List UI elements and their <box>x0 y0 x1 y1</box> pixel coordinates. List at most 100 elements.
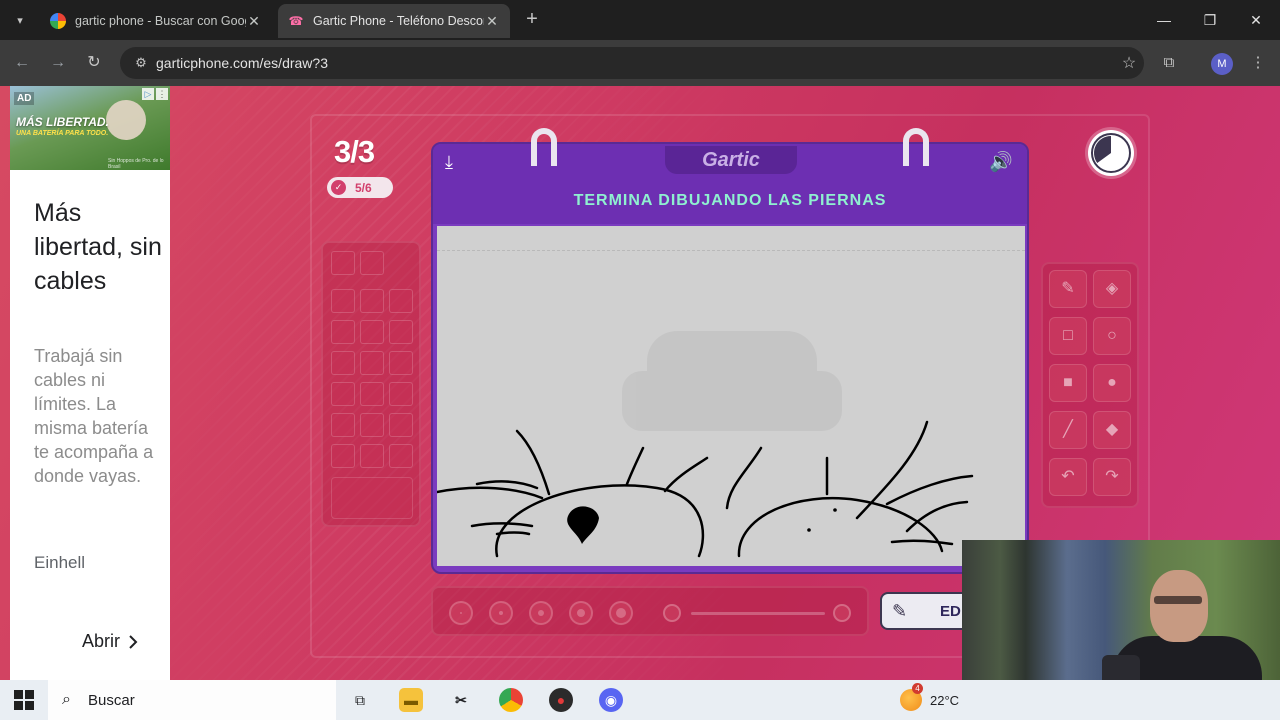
close-window-button[interactable]: ✕ <box>1233 6 1279 34</box>
search-icon: ⌕ <box>62 691 71 708</box>
ad-open-button[interactable]: Abrir <box>82 631 138 652</box>
weather-widget[interactable]: 4 22°C <box>900 683 959 711</box>
color-swatch[interactable] <box>360 382 384 406</box>
drawing-canvas[interactable] <box>437 226 1025 566</box>
profile-avatar[interactable]: M <box>1211 53 1233 75</box>
tab-search-button[interactable]: ▾ <box>8 8 32 32</box>
ad-banner-footer: Sin Hoppos de Pro. de lo Brasil <box>108 158 164 170</box>
players-done-badge: ✓ 5/6 <box>327 177 393 198</box>
circle-outline-icon[interactable]: ○ <box>1093 317 1131 355</box>
brush-size-3[interactable] <box>529 601 553 625</box>
reload-icon[interactable]: ↻ <box>82 51 106 75</box>
site-info-icon[interactable]: ⚙ <box>126 55 156 71</box>
color-swatch[interactable] <box>389 351 413 375</box>
color-palette <box>321 241 421 527</box>
tab-google-search[interactable]: gartic phone - Buscar con Google ✕ <box>40 4 272 38</box>
ad-brand[interactable]: Einhell <box>34 553 85 573</box>
browser-toolbar: ← → ↻ ⚙ garticphone.com/es/draw?3 ☆ ⧉ ⋮ <box>0 40 1280 86</box>
chrome-icon[interactable] <box>499 688 523 712</box>
ad-info-icon[interactable]: ▷ <box>142 88 154 100</box>
speaker-icon[interactable]: 🔊 <box>989 150 1013 174</box>
watermark-logo <box>622 331 842 431</box>
color-swatch[interactable] <box>360 289 384 313</box>
custom-color-swatch[interactable] <box>331 477 413 519</box>
ad-person-image <box>106 100 146 140</box>
gartic-logo: Gartic <box>665 146 797 174</box>
opacity-slider[interactable] <box>691 612 825 615</box>
maximize-button[interactable]: ❐ <box>1187 6 1233 34</box>
color-swatch[interactable] <box>360 444 384 468</box>
brush-size-1[interactable] <box>449 601 473 625</box>
taskbar-search[interactable]: ⌕ Buscar <box>48 680 336 720</box>
back-arrow-icon[interactable]: ← <box>10 51 34 75</box>
gartic-phone-icon: ☎ <box>288 14 304 28</box>
color-swatch[interactable] <box>389 382 413 406</box>
task-view-icon[interactable]: ⧉ <box>348 688 372 712</box>
color-swatch[interactable] <box>331 251 355 275</box>
brush-size-2[interactable] <box>489 601 513 625</box>
undo-icon[interactable]: ↶ <box>1049 458 1087 496</box>
tab-title: Gartic Phone - Teléfono Descompuesto <box>313 14 484 28</box>
line-icon[interactable]: ╱ <box>1049 411 1087 449</box>
sketch-blob <box>567 506 599 544</box>
ad-banner-subtitle: UNA BATERÍA PARA TODO. <box>16 130 109 137</box>
close-tab-icon[interactable]: ✕ <box>246 13 262 30</box>
color-swatch[interactable] <box>331 289 355 313</box>
drawing-board: Gartic ⤓ 🔊 TERMINA DIBUJANDO LAS PIERNAS <box>431 128 1029 574</box>
chevron-right-icon <box>129 634 138 649</box>
download-icon[interactable]: ⤓ <box>445 152 453 173</box>
color-swatch[interactable] <box>389 413 413 437</box>
color-swatch[interactable] <box>331 351 355 375</box>
opacity-max[interactable] <box>833 604 851 622</box>
file-explorer-icon[interactable]: ▬ <box>399 688 423 712</box>
forward-arrow-icon[interactable]: → <box>46 51 70 75</box>
close-tab-icon[interactable]: ✕ <box>484 13 500 30</box>
color-swatch[interactable] <box>389 444 413 468</box>
capcut-icon[interactable]: ✂ <box>449 688 473 712</box>
redo-icon[interactable]: ↷ <box>1093 458 1131 496</box>
address-bar[interactable]: ⚙ garticphone.com/es/draw?3 ☆ <box>120 47 1144 79</box>
color-swatch[interactable] <box>360 251 384 275</box>
color-swatch[interactable] <box>360 351 384 375</box>
fill-bucket-icon[interactable]: ◆ <box>1093 411 1131 449</box>
color-swatch[interactable] <box>331 413 355 437</box>
windows-start-icon[interactable] <box>14 690 34 710</box>
color-swatch[interactable] <box>389 289 413 313</box>
new-tab-button[interactable]: + <box>520 8 544 32</box>
menu-kebab-icon[interactable]: ⋮ <box>1246 51 1270 75</box>
ring-binder-right <box>903 128 929 166</box>
drawing-prompt: TERMINA DIBUJANDO LAS PIERNAS <box>573 192 887 209</box>
discord-icon[interactable]: ◉ <box>599 688 623 712</box>
extensions-icon[interactable]: ⧉ <box>1157 51 1181 75</box>
ad-headline[interactable]: Más libertad, sin cables <box>34 196 164 298</box>
weather-badge: 4 <box>912 683 923 694</box>
color-swatch[interactable] <box>331 444 355 468</box>
sidebar-ad[interactable]: AD ▷ ⋮ MÁS LIBERTAD. UNA BATERÍA PARA TO… <box>10 86 170 680</box>
color-swatch[interactable] <box>331 382 355 406</box>
circle-fill-icon[interactable]: ● <box>1093 364 1131 402</box>
brush-size-4[interactable] <box>569 601 593 625</box>
check-icon: ✓ <box>331 180 346 195</box>
color-swatch[interactable] <box>360 320 384 344</box>
edit-button-label: ED <box>940 602 961 620</box>
square-fill-icon[interactable]: ■ <box>1049 364 1087 402</box>
minimize-button[interactable]: — <box>1141 6 1187 34</box>
ad-banner-image[interactable]: AD ▷ ⋮ MÁS LIBERTAD. UNA BATERÍA PARA TO… <box>10 86 170 170</box>
eraser-icon[interactable]: ◈ <box>1093 270 1131 308</box>
tab-gartic-phone[interactable]: ☎ Gartic Phone - Teléfono Descompuesto ✕ <box>278 4 510 38</box>
ring-binder-left <box>531 128 557 166</box>
square-outline-icon[interactable]: □ <box>1049 317 1087 355</box>
url-text[interactable]: garticphone.com/es/draw?3 <box>156 55 1114 71</box>
ad-options-icon[interactable]: ⋮ <box>156 88 168 100</box>
ad-banner-title: MÁS LIBERTAD. <box>16 115 109 129</box>
windows-taskbar: ⌕ Buscar ⧉ ▬ ✂ ● ◉ 4 22°C <box>0 680 1280 720</box>
color-swatch[interactable] <box>331 320 355 344</box>
color-swatch[interactable] <box>389 320 413 344</box>
brush-size-5[interactable] <box>609 601 633 625</box>
tab-title: gartic phone - Buscar con Google <box>75 14 246 28</box>
obs-icon[interactable]: ● <box>549 688 573 712</box>
color-swatch[interactable] <box>360 413 384 437</box>
pencil-icon[interactable]: ✎ <box>1049 270 1087 308</box>
bookmark-star-icon[interactable]: ☆ <box>1114 53 1144 73</box>
opacity-min[interactable] <box>663 604 681 622</box>
